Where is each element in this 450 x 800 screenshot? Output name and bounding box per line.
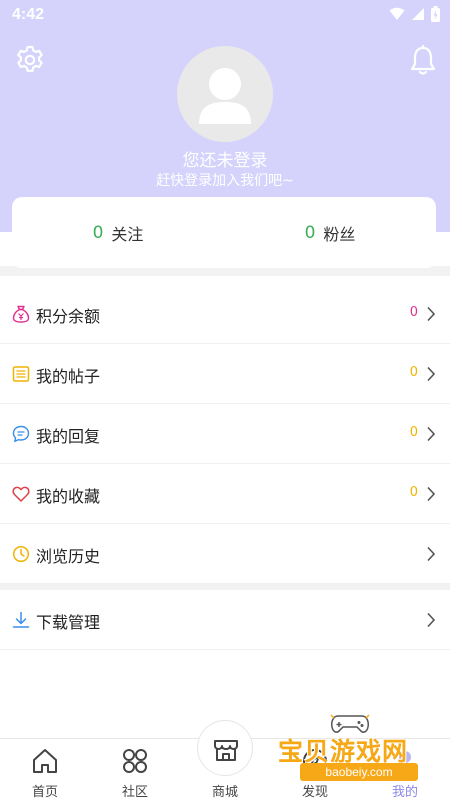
clock-icon <box>12 545 30 563</box>
fans-count: 0 <box>304 222 316 243</box>
home-icon <box>33 749 57 773</box>
signal-icon <box>412 8 424 20</box>
nav-item-home[interactable]: 首页 <box>0 739 90 800</box>
nav-item-discover[interactable]: 发现 <box>270 739 360 800</box>
status-time: 4:42 <box>12 6 45 23</box>
points-money-bag-icon <box>12 305 30 323</box>
menu-label-points: 积分余额 <box>36 307 101 326</box>
stat-following[interactable]: 0 关注 <box>12 197 224 268</box>
notification-bell-icon[interactable] <box>408 44 438 76</box>
nav-label-store: 商城 <box>211 785 238 800</box>
replies-count: 0 <box>409 425 418 440</box>
following-label: 关注 <box>111 224 144 244</box>
menu-label-history: 浏览历史 <box>36 547 101 566</box>
gamepad-icon <box>330 714 370 733</box>
menu-item-points[interactable]: 积分余额 0 <box>0 284 450 344</box>
fans-label: 粉丝 <box>323 224 356 244</box>
menu-item-my-posts[interactable]: 我的帖子 0 <box>0 344 450 404</box>
menu-item-history[interactable]: 浏览历史 <box>0 524 450 584</box>
store-center-button[interactable] <box>197 720 253 776</box>
login-prompt-subtitle[interactable]: 赶快登录加入我们吧~ <box>0 170 450 190</box>
nav-label-discover: 发现 <box>301 785 328 800</box>
nav-label-home: 首页 <box>31 785 58 800</box>
stats-card: 0 关注 0 粉丝 <box>12 197 436 268</box>
battery-icon <box>431 6 440 22</box>
posts-count: 0 <box>409 365 418 380</box>
status-bar: 4:42 <box>0 0 450 32</box>
nav-label-profile: 我的 <box>391 785 418 800</box>
reply-chat-icon <box>12 425 30 442</box>
wifi-icon <box>389 7 405 20</box>
menu-item-my-favorites[interactable]: 我的收藏 0 <box>0 464 450 524</box>
chevron-right-icon <box>427 366 436 382</box>
points-count: 0 <box>409 305 418 320</box>
store-icon <box>214 740 238 761</box>
favorites-count: 0 <box>409 485 418 500</box>
default-avatar-icon <box>199 68 251 124</box>
nav-item-community[interactable]: 社区 <box>90 739 180 800</box>
chevron-right-icon <box>427 426 436 442</box>
profile-icon <box>394 751 416 773</box>
chevron-right-icon <box>427 546 436 562</box>
settings-gear-icon[interactable] <box>14 44 46 76</box>
menu-label-my-posts: 我的帖子 <box>36 367 101 386</box>
following-count: 0 <box>92 222 104 243</box>
status-icons <box>389 6 440 22</box>
chevron-right-icon <box>427 486 436 502</box>
menu-label-my-favorites: 我的收藏 <box>36 487 101 506</box>
nav-label-community: 社区 <box>121 785 148 800</box>
avatar[interactable] <box>177 46 273 142</box>
heart-icon <box>12 486 30 502</box>
nav-item-profile[interactable]: 我的 <box>360 739 450 800</box>
stat-fans[interactable]: 0 粉丝 <box>224 197 436 268</box>
menu-item-my-replies[interactable]: 我的回复 0 <box>0 404 450 464</box>
menu-label-my-replies: 我的回复 <box>36 427 101 446</box>
chevron-right-icon <box>427 612 436 628</box>
menu-list: 积分余额 0 我的帖子 0 我的回复 0 我的收藏 0 浏览历史 下载管理 <box>0 284 450 650</box>
posts-icon <box>12 366 30 382</box>
login-prompt-title[interactable]: 您还未登录 <box>0 146 450 171</box>
download-icon <box>12 611 30 628</box>
discover-icon <box>303 749 327 773</box>
community-grid-icon <box>123 749 147 773</box>
menu-item-downloads[interactable]: 下载管理 <box>0 590 450 650</box>
chevron-right-icon <box>427 306 436 322</box>
menu-label-downloads: 下载管理 <box>36 613 101 632</box>
